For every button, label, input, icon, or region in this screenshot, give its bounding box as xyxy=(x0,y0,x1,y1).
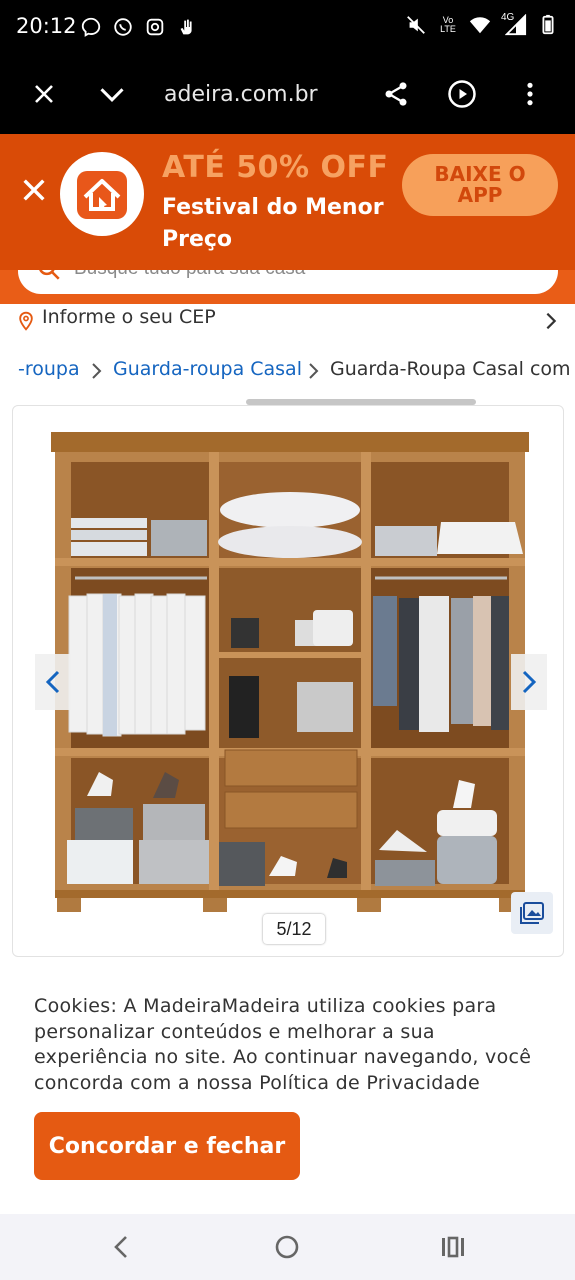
prev-image-button[interactable] xyxy=(35,654,71,710)
wifi-icon xyxy=(469,17,491,34)
recents-icon xyxy=(442,1236,464,1258)
next-image-button[interactable] xyxy=(511,654,547,710)
location-pin-icon xyxy=(19,311,33,331)
open-gallery-button[interactable] xyxy=(511,892,553,934)
system-status-icons: Vo LTE 4G xyxy=(405,12,559,36)
cep-row[interactable]: Informe o seu CEP xyxy=(0,304,575,338)
product-image-card[interactable]: 5/12 xyxy=(12,405,564,957)
messenger-icon xyxy=(81,17,101,37)
chevron-right-icon xyxy=(546,312,557,330)
back-icon xyxy=(114,1236,127,1258)
offer-subtitle: Festival do Menor Preço xyxy=(162,195,384,252)
recents-button[interactable] xyxy=(438,1232,468,1262)
notification-icons xyxy=(80,16,198,38)
breadcrumb-link-roupa[interactable]: -roupa xyxy=(18,358,80,380)
status-time: 20:12 xyxy=(16,14,77,38)
signal-4g-icon: 4G xyxy=(501,12,527,36)
accept-cookies-button[interactable]: Concordar e fechar xyxy=(34,1112,300,1180)
breadcrumb-link-guarda-roupa-casal[interactable]: Guarda-roupa Casal xyxy=(113,358,302,380)
system-navigation-bar xyxy=(0,1214,575,1280)
share-icon xyxy=(385,82,407,106)
collapse-button[interactable] xyxy=(94,76,130,112)
mute-icon xyxy=(407,16,425,34)
more-vert-icon xyxy=(527,82,533,106)
close-icon xyxy=(35,85,53,103)
search-bar-area: Busque tudo para sua casa xyxy=(0,270,575,304)
cep-label: Informe o seu CEP xyxy=(42,306,216,328)
breadcrumb: -roupa Guarda-roupa Casal Guarda-Roupa C… xyxy=(0,354,575,386)
app-logo xyxy=(60,152,144,236)
gallery-icon xyxy=(520,902,544,924)
chevron-down-icon xyxy=(100,88,124,102)
breadcrumb-separator-icon xyxy=(309,363,319,379)
home-button[interactable] xyxy=(272,1232,302,1262)
browser-toolbar: adeira.com.br xyxy=(0,56,575,134)
status-bar: 20:12 Vo LTE 4G xyxy=(0,0,575,56)
home-icon xyxy=(275,1235,299,1259)
search-placeholder: Busque tudo para sua casa xyxy=(74,270,305,280)
wardrobe-product-image xyxy=(51,432,529,912)
close-tab-button[interactable] xyxy=(26,76,62,112)
volte-icon: Vo LTE xyxy=(440,15,456,34)
house-logo-icon xyxy=(77,171,127,219)
back-button[interactable] xyxy=(106,1232,136,1262)
chevron-left-icon xyxy=(45,670,60,694)
hand-icon xyxy=(180,19,192,35)
url-text[interactable]: adeira.com.br xyxy=(164,82,318,107)
breadcrumb-current: Guarda-Roupa Casal com xyxy=(330,358,571,380)
download-app-label: BAIXE O APP xyxy=(434,162,526,207)
download-app-button[interactable]: BAIXE O APP xyxy=(402,154,558,216)
battery-icon xyxy=(542,14,554,35)
instagram-icon xyxy=(146,18,164,36)
search-input[interactable]: Busque tudo para sua casa xyxy=(18,270,558,294)
cookie-banner: Cookies: A MadeiraMadeira utiliza cookie… xyxy=(0,990,575,1214)
share-button[interactable] xyxy=(378,76,414,112)
chevron-right-icon xyxy=(522,670,537,694)
app-download-banner: ATÉ 50% OFF Festival do Menor Preço BAIX… xyxy=(0,134,575,270)
image-counter: 5/12 xyxy=(263,914,325,944)
play-button[interactable] xyxy=(444,76,480,112)
offer-headline: ATÉ 50% OFF xyxy=(162,150,389,185)
cookie-message: Cookies: A MadeiraMadeira utiliza cookie… xyxy=(34,995,532,1094)
whatsapp-icon xyxy=(114,18,132,36)
more-options-button[interactable] xyxy=(512,76,548,112)
breadcrumb-separator-icon xyxy=(92,363,102,379)
search-icon xyxy=(39,270,60,280)
close-banner-icon[interactable] xyxy=(18,174,50,206)
play-icon xyxy=(448,80,476,108)
